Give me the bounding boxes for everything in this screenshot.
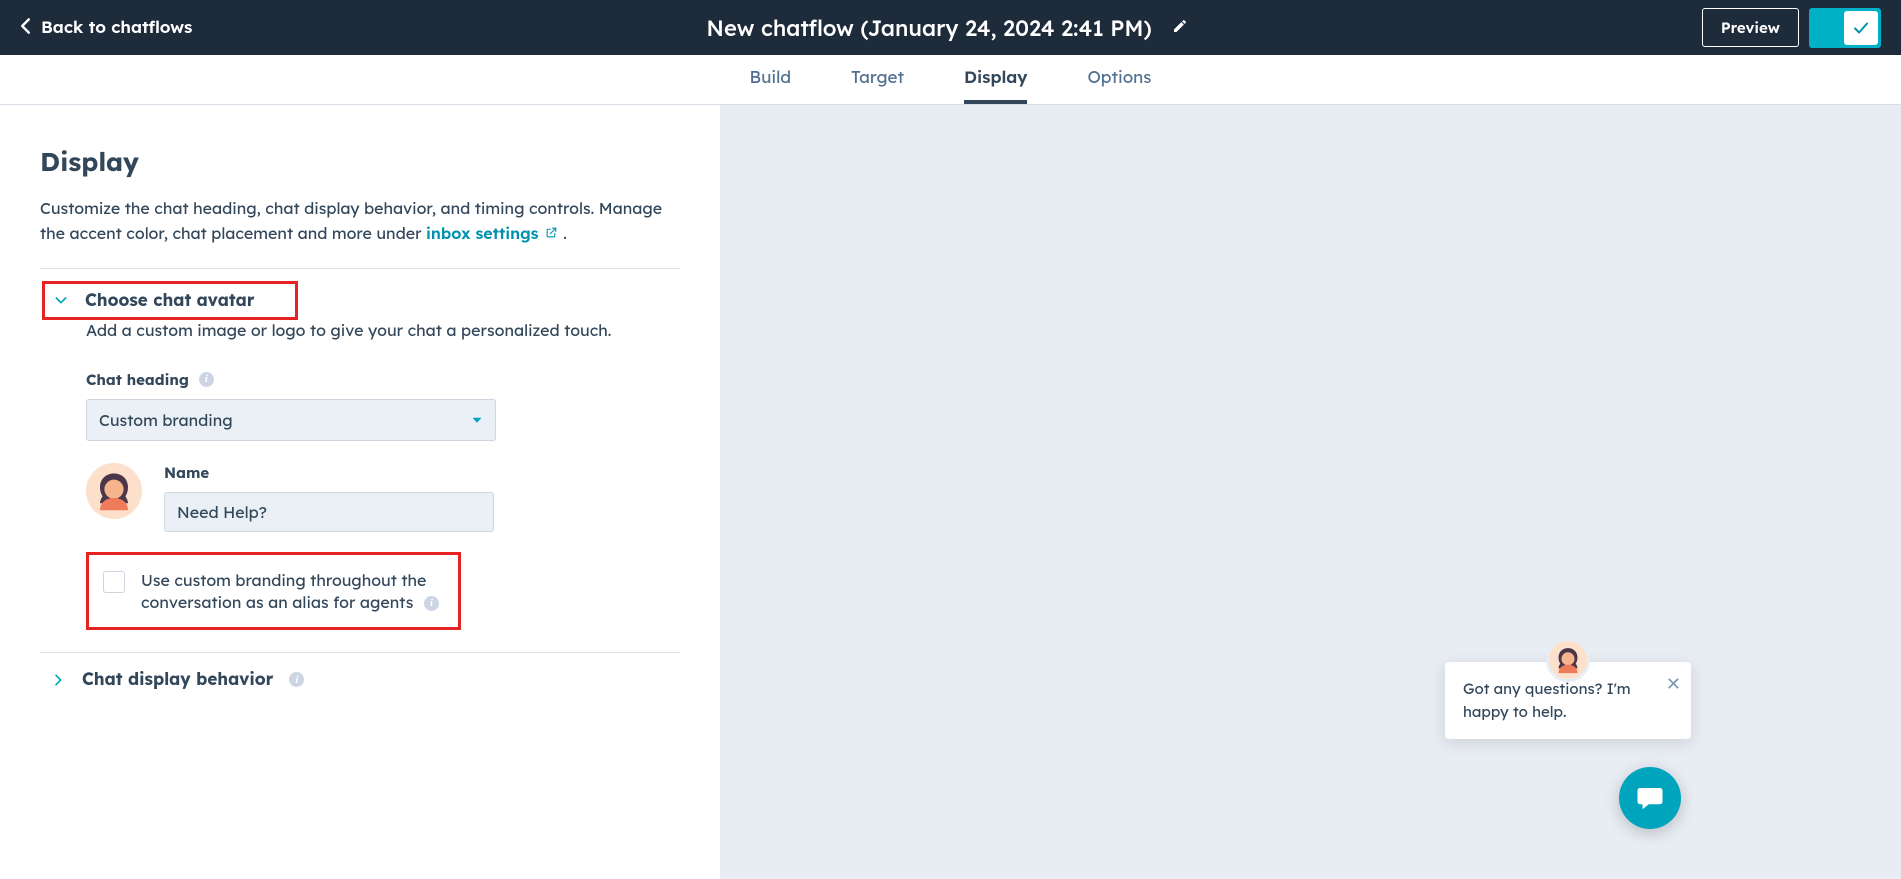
settings-panel: Display Customize the chat heading, chat… (0, 105, 720, 879)
page-description: Customize the chat heading, chat display… (40, 196, 680, 246)
name-input[interactable] (164, 492, 494, 532)
back-to-chatflows-link[interactable]: Back to chatflows (20, 17, 192, 39)
custom-branding-checkbox-label: Use custom branding throughout the conve… (141, 569, 440, 614)
avatar-row: Name (86, 463, 680, 532)
tab-target[interactable]: Target (851, 55, 904, 104)
info-icon[interactable]: i (424, 596, 439, 611)
custom-branding-checkbox-row: Use custom branding throughout the conve… (103, 569, 440, 614)
content-area: Display Customize the chat heading, chat… (0, 105, 1901, 879)
top-bar: Back to chatflows New chatflow (January … (0, 0, 1901, 55)
section-avatar-desc: Add a custom image or logo to give your … (86, 320, 680, 340)
section-display-behavior: Chat display behavior i (40, 653, 680, 706)
chat-heading-label: Chat heading i (86, 370, 680, 389)
section-behavior-header[interactable]: Chat display behavior i (40, 653, 680, 706)
chevron-left-icon (20, 17, 31, 39)
section-choose-avatar: Choose chat avatar Add a custom image or… (40, 269, 680, 654)
checkmark-icon (1844, 11, 1878, 45)
tab-build[interactable]: Build (750, 55, 791, 104)
save-button[interactable] (1809, 8, 1881, 48)
inbox-settings-link[interactable]: inbox settings (426, 223, 563, 243)
chat-launcher-button[interactable] (1619, 767, 1681, 829)
section-avatar-body: Add a custom image or logo to give your … (40, 320, 680, 653)
tab-display[interactable]: Display (964, 55, 1027, 104)
page-title: Display (40, 145, 720, 178)
caret-down-icon (471, 410, 483, 430)
chat-preview-bubble: ✕ Got any questions? I'm happy to help. (1445, 662, 1691, 739)
title-wrap: New chatflow (January 24, 2024 2:41 PM) (212, 14, 1681, 42)
chat-preview-text: Got any questions? I'm happy to help. (1463, 679, 1631, 721)
tab-options[interactable]: Options (1087, 55, 1151, 104)
chevron-down-icon[interactable] (53, 292, 69, 308)
external-link-icon (545, 221, 558, 246)
header-actions: Preview (1702, 8, 1881, 48)
back-label: Back to chatflows (41, 17, 192, 38)
preview-panel: ✕ Got any questions? I'm happy to help. (720, 105, 1901, 879)
chat-heading-value: Custom branding (99, 410, 233, 430)
preview-button[interactable]: Preview (1702, 8, 1799, 47)
chatflow-title: New chatflow (January 24, 2024 2:41 PM) (706, 14, 1151, 42)
highlight-checkbox: Use custom branding throughout the conve… (86, 552, 461, 631)
section-avatar-title[interactable]: Choose chat avatar (85, 290, 255, 311)
chat-preview-avatar (1546, 638, 1590, 682)
close-icon[interactable]: ✕ (1666, 670, 1681, 697)
pencil-icon[interactable] (1172, 18, 1188, 38)
section-behavior-title: Chat display behavior (82, 669, 273, 690)
highlight-avatar-header: Choose chat avatar (42, 281, 298, 320)
chat-heading-select[interactable]: Custom branding (86, 399, 496, 441)
name-column: Name (164, 463, 494, 532)
custom-branding-checkbox[interactable] (103, 571, 125, 593)
info-icon[interactable]: i (289, 672, 304, 687)
name-label: Name (164, 463, 494, 482)
avatar-image[interactable] (86, 463, 142, 519)
info-icon[interactable]: i (199, 372, 214, 387)
tab-bar: Build Target Display Options (0, 55, 1901, 105)
chevron-right-icon (50, 672, 66, 688)
